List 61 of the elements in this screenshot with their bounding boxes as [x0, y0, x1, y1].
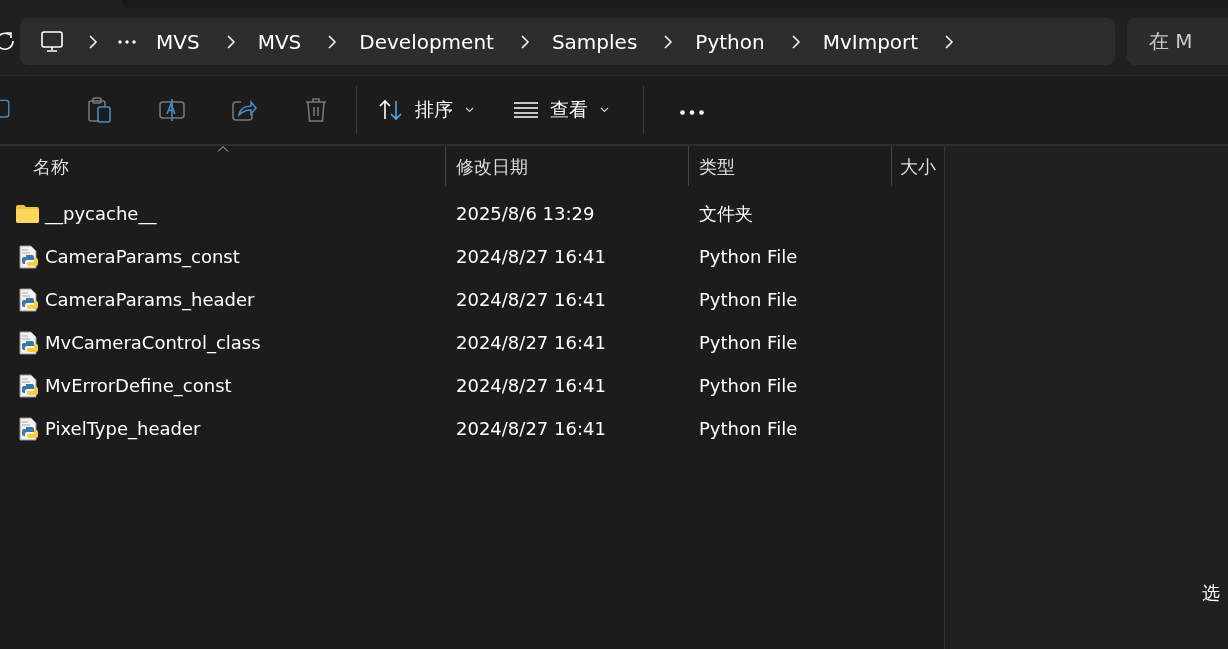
file-row[interactable]: CameraParams_header 2024/8/27 16:41 Python File	[0, 278, 944, 321]
column-header[interactable]: 类型	[699, 156, 735, 177]
file-type: Python File	[699, 289, 798, 310]
column-header[interactable]: 修改日期	[456, 156, 528, 177]
refresh-icon[interactable]	[0, 30, 14, 53]
python-file-icon	[19, 244, 39, 269]
file-row[interactable]: MvErrorDefine_const 2024/8/27 16:41 Python File	[0, 364, 944, 407]
file-row[interactable]: CameraParams_const 2024/8/27 16:41 Python File	[0, 235, 944, 278]
chevron-right-icon	[790, 34, 801, 49]
file-type: Python File	[699, 375, 798, 396]
file-name: PixelType_header	[45, 418, 201, 439]
modified-date: 2024/8/27 16:41	[456, 332, 607, 353]
chevron-right-icon	[519, 34, 530, 49]
python-file-icon	[19, 330, 39, 355]
sort-menu-button[interactable]: 排序	[369, 89, 484, 131]
modified-date: 2025/8/6 13:29	[456, 203, 596, 224]
modified-date: 2024/8/27 16:41	[456, 289, 607, 310]
folder-icon	[16, 204, 39, 223]
chevron-right-icon	[225, 34, 236, 49]
python-file-icon	[19, 416, 39, 441]
file-type: 文件夹	[699, 201, 753, 226]
sort-ascending-icon	[216, 146, 229, 152]
breadcrumb-item[interactable]: Samples	[549, 29, 640, 54]
file-name: MvErrorDefine_const	[45, 375, 232, 396]
file-name: CameraParams_header	[45, 289, 255, 310]
chevron-right-icon	[944, 34, 955, 49]
breadcrumb-item[interactable]: MVS	[255, 29, 304, 54]
chevron-right-icon	[88, 34, 98, 49]
more-icon	[680, 109, 704, 115]
python-file-icon	[19, 287, 39, 312]
chevron-right-icon	[663, 34, 674, 49]
file-row[interactable]: PixelType_header 2024/8/27 16:41 Python File	[0, 407, 944, 450]
file-type: Python File	[699, 246, 798, 267]
computer-icon	[40, 29, 64, 54]
list-view-icon	[514, 102, 538, 118]
chevron-down-icon	[600, 107, 609, 113]
file-name: MvCameraControl_class	[45, 332, 261, 353]
search-field[interactable]: 在 M	[1127, 18, 1228, 65]
column-header[interactable]: 大小	[900, 156, 936, 177]
file-type: Python File	[699, 332, 798, 353]
chevron-right-icon	[327, 34, 338, 49]
breadcrumb-item[interactable]: Python	[693, 29, 767, 54]
file-row[interactable]: MvCameraControl_class 2024/8/27 16:41 Python File	[0, 321, 944, 364]
breadcrumb-item[interactable]: Development	[357, 29, 496, 54]
chevron-down-icon	[465, 107, 474, 113]
details-pane-message: 选	[1202, 581, 1220, 605]
modified-date: 2024/8/27 16:41	[456, 418, 607, 439]
modified-date: 2024/8/27 16:41	[456, 375, 607, 396]
more-icon[interactable]	[118, 39, 136, 44]
breadcrumb-item[interactable]: MvImport	[820, 29, 921, 54]
address-bar[interactable]: MVS MVS Development Samples Python MvImport	[20, 18, 1115, 65]
sort-icon	[379, 99, 403, 121]
file-row[interactable]: __pycache__ 2025/8/6 13:29 文件夹	[0, 192, 944, 235]
breadcrumb-item[interactable]: MVS	[154, 29, 202, 54]
file-name: __pycache__	[45, 203, 157, 224]
file-type: Python File	[699, 418, 798, 439]
file-name: CameraParams_const	[45, 246, 240, 267]
column-header[interactable]: 名称	[33, 156, 69, 177]
modified-date: 2024/8/27 16:41	[456, 246, 607, 267]
view-menu-button[interactable]: 查看	[504, 89, 619, 131]
python-file-icon	[19, 373, 39, 398]
